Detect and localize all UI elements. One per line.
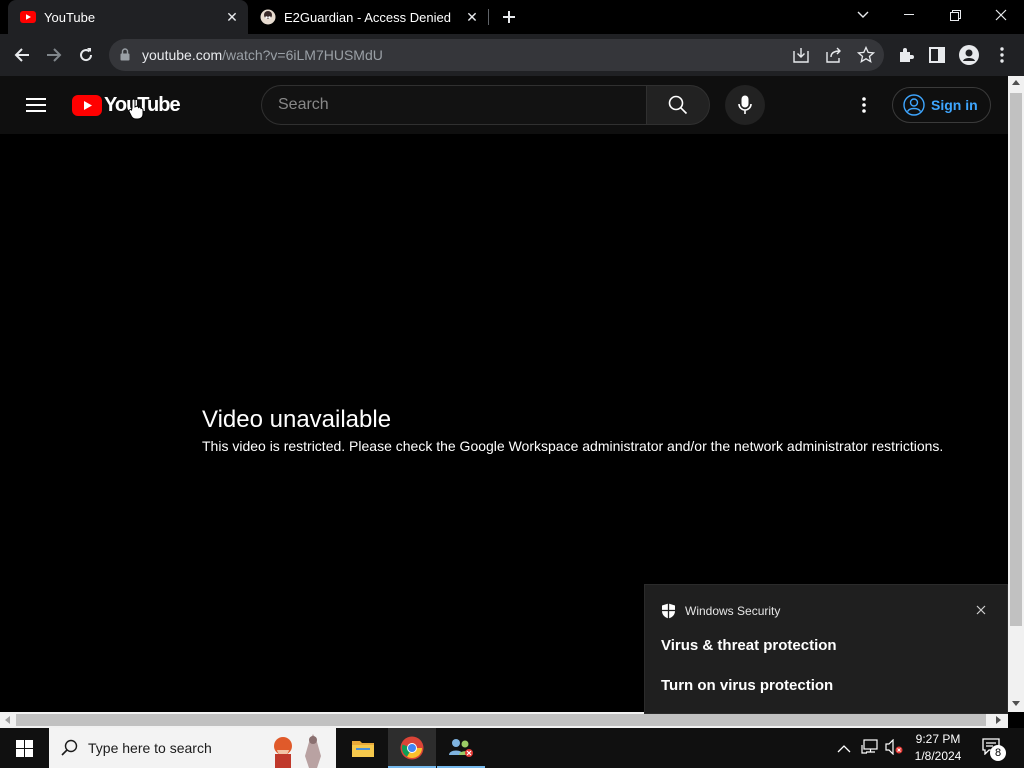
chevron-down-icon	[857, 11, 869, 18]
minimize-button[interactable]	[886, 0, 932, 30]
close-window-button[interactable]	[978, 0, 1024, 30]
clock-time: 9:27 PM	[915, 732, 961, 746]
minimize-icon	[904, 14, 914, 15]
chrome-menu-button[interactable]	[985, 38, 1019, 72]
url-host: youtube.com	[142, 47, 223, 63]
start-button[interactable]	[0, 728, 48, 768]
error-title: Video unavailable	[202, 406, 392, 433]
sign-in-label: Sign in	[931, 97, 978, 113]
hamburger-icon	[26, 98, 46, 112]
network-status-button[interactable]	[861, 739, 881, 757]
notification-body: Turn on virus protection	[661, 677, 834, 694]
settings-menu-button[interactable]	[852, 93, 876, 117]
chrome-taskbar-button[interactable]	[388, 728, 436, 768]
search-highlights-icon	[274, 734, 321, 768]
search-button[interactable]	[646, 85, 710, 125]
tab-e2guardian[interactable]: E2Guardian - Access Denied ✕	[248, 0, 488, 34]
reload-button[interactable]	[69, 38, 103, 72]
notification-title: Virus & threat protection	[661, 637, 837, 654]
network-icon	[861, 739, 878, 754]
extensions-button[interactable]	[889, 38, 923, 72]
taskbar-search-box[interactable]: Type here to search	[49, 728, 336, 768]
people-icon	[449, 739, 473, 757]
tab-title: YouTube	[44, 9, 96, 25]
vertical-scroll-thumb[interactable]	[1010, 93, 1022, 626]
file-explorer-button[interactable]	[339, 728, 387, 768]
close-icon	[976, 605, 986, 615]
voice-search-button[interactable]	[725, 85, 765, 125]
youtube-icon	[20, 9, 36, 25]
address-bar[interactable]: youtube.com/watch?v=6iLM7HUSMdU	[109, 39, 884, 71]
tab-separator	[488, 9, 489, 25]
url-text[interactable]: youtube.com/watch?v=6iLM7HUSMdU	[142, 39, 383, 71]
search-icon	[668, 95, 688, 115]
windows-security-notification[interactable]: Windows Security Virus & threat protecti…	[644, 584, 1008, 714]
plus-icon	[503, 11, 515, 23]
mouse-cursor-icon	[128, 98, 144, 125]
shield-icon	[662, 603, 675, 619]
kebab-menu-icon	[862, 97, 866, 113]
tab-strip: YouTube ✕ E2Guardian - Access Denied ✕	[0, 0, 1024, 34]
url-path: /watch?v=6iLM7HUSMdU	[222, 47, 383, 63]
people-app-button[interactable]	[437, 728, 485, 768]
horizontal-scroll-thumb[interactable]	[16, 714, 986, 726]
install-app-icon[interactable]	[792, 46, 810, 69]
close-tab-icon[interactable]: ✕	[464, 9, 480, 25]
sign-in-button[interactable]: Sign in	[892, 87, 991, 123]
action-center-button[interactable]: 8	[980, 736, 1010, 762]
restore-button[interactable]	[932, 0, 978, 30]
tab-search-button[interactable]	[840, 0, 886, 30]
close-tab-icon[interactable]: ✕	[224, 9, 240, 25]
folder-icon	[352, 741, 374, 757]
search-box	[261, 85, 647, 125]
restore-icon	[949, 9, 961, 21]
bookmark-star-icon[interactable]	[856, 45, 876, 69]
back-button[interactable]	[5, 38, 39, 72]
browser-toolbar: youtube.com/watch?v=6iLM7HUSMdU	[0, 34, 1024, 76]
show-hidden-icons-button[interactable]	[837, 740, 855, 756]
forward-button[interactable]	[37, 38, 71, 72]
search-input[interactable]	[278, 86, 638, 124]
volume-button[interactable]	[885, 738, 905, 757]
windows-logo-icon	[15, 739, 33, 757]
arrow-left-icon	[14, 48, 29, 62]
notification-count-badge: 8	[990, 745, 1006, 761]
tab-youtube[interactable]: YouTube ✕	[8, 0, 248, 34]
close-icon	[995, 9, 1007, 21]
scroll-left-icon[interactable]	[5, 716, 10, 724]
side-panel-button[interactable]	[920, 38, 954, 72]
tab-title: E2Guardian - Access Denied	[284, 9, 451, 25]
windows-taskbar: Type here to search 9:27 PM 1/8/2024 8	[0, 728, 1024, 768]
volume-muted-icon	[885, 738, 903, 756]
notification-app-name: Windows Security	[685, 604, 781, 618]
chevron-up-icon	[837, 745, 851, 753]
side-panel-icon	[929, 47, 945, 63]
taskbar-search-placeholder: Type here to search	[88, 740, 212, 756]
account-circle-icon	[903, 94, 925, 116]
reload-icon	[80, 48, 93, 62]
microphone-icon	[738, 95, 752, 114]
notification-close-button[interactable]	[973, 602, 989, 618]
error-message: This video is restricted. Please check t…	[202, 438, 944, 454]
scroll-right-icon[interactable]	[996, 716, 1001, 724]
kebab-menu-icon	[1000, 47, 1004, 63]
search-icon	[61, 739, 78, 756]
clock-date: 1/8/2024	[914, 749, 962, 763]
scroll-down-icon[interactable]	[1012, 701, 1020, 706]
taskbar-clock[interactable]: 9:27 PM 1/8/2024	[906, 731, 970, 765]
profile-button[interactable]	[952, 38, 986, 72]
e2guardian-icon	[260, 9, 276, 25]
youtube-masthead: YouTube Sign in	[0, 76, 1008, 134]
youtube-play-icon	[72, 94, 102, 116]
youtube-logo[interactable]: YouTube	[72, 94, 181, 116]
new-tab-button[interactable]	[496, 4, 522, 30]
puzzle-icon	[900, 48, 914, 62]
guide-menu-button[interactable]	[16, 85, 56, 125]
share-icon[interactable]	[825, 46, 843, 69]
profile-icon	[959, 45, 979, 65]
lock-icon[interactable]	[120, 48, 130, 66]
arrow-right-icon	[47, 48, 62, 62]
chrome-icon	[400, 736, 424, 760]
scroll-up-icon[interactable]	[1012, 80, 1020, 85]
